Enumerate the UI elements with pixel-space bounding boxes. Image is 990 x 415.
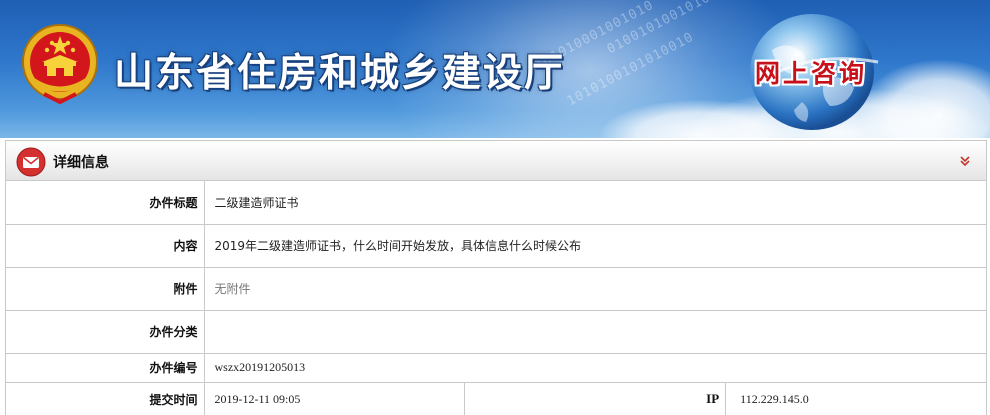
site-title: 山东省住房和城乡建设厅 [114, 51, 566, 96]
section-tag: 网上咨询 [754, 59, 867, 88]
table-row-title: 办件标题 二级建造师证书 [6, 181, 986, 225]
table-row-content: 内容 2019年二级建造师证书，什么时间开始发放，具体信息什么时候公布 [6, 223, 986, 268]
detail-panel: 详细信息 办件标题 二级建造师证书 内容 2019年二级建造师证书，什么时间开始… [5, 140, 987, 415]
national-emblem-icon [22, 24, 98, 105]
submit-time-label: 提交时间 [6, 381, 205, 415]
panel-header: 详细信息 [6, 141, 986, 181]
title-label: 办件标题 [6, 181, 205, 225]
ip-value: 112.229.145.0 [725, 381, 986, 415]
panel-title: 详细信息 [53, 155, 109, 171]
mail-icon [16, 147, 46, 177]
table-row-category: 办件分类 [6, 309, 986, 354]
table-row-submit-time: 提交时间 2019-12-11 09:05 IP 112.229.145.0 [6, 381, 986, 415]
submit-time-value: 2019-12-11 09:05 [203, 381, 466, 415]
category-value [203, 309, 986, 354]
ip-label: IP [464, 381, 727, 415]
title-value: 二级建造师证书 [203, 181, 986, 225]
category-label: 办件分类 [6, 309, 205, 354]
content-label: 内容 [6, 223, 205, 268]
detail-table: 办件标题 二级建造师证书 内容 2019年二级建造师证书，什么时间开始发放，具体… [6, 181, 986, 415]
number-value: wszx20191205013 [203, 352, 986, 383]
table-row-number: 办件编号 wszx20191205013 [6, 352, 986, 383]
site-banner: 0101010001001010 1010100101010010 010010… [0, 0, 990, 138]
number-label: 办件编号 [6, 352, 205, 383]
content-value: 2019年二级建造师证书，什么时间开始发放，具体信息什么时候公布 [203, 223, 986, 268]
double-chevron-down-icon[interactable] [958, 154, 972, 168]
table-row-attachment: 附件 无附件 [6, 266, 986, 311]
attachment-value: 无附件 [203, 266, 986, 311]
attachment-label: 附件 [6, 266, 205, 311]
